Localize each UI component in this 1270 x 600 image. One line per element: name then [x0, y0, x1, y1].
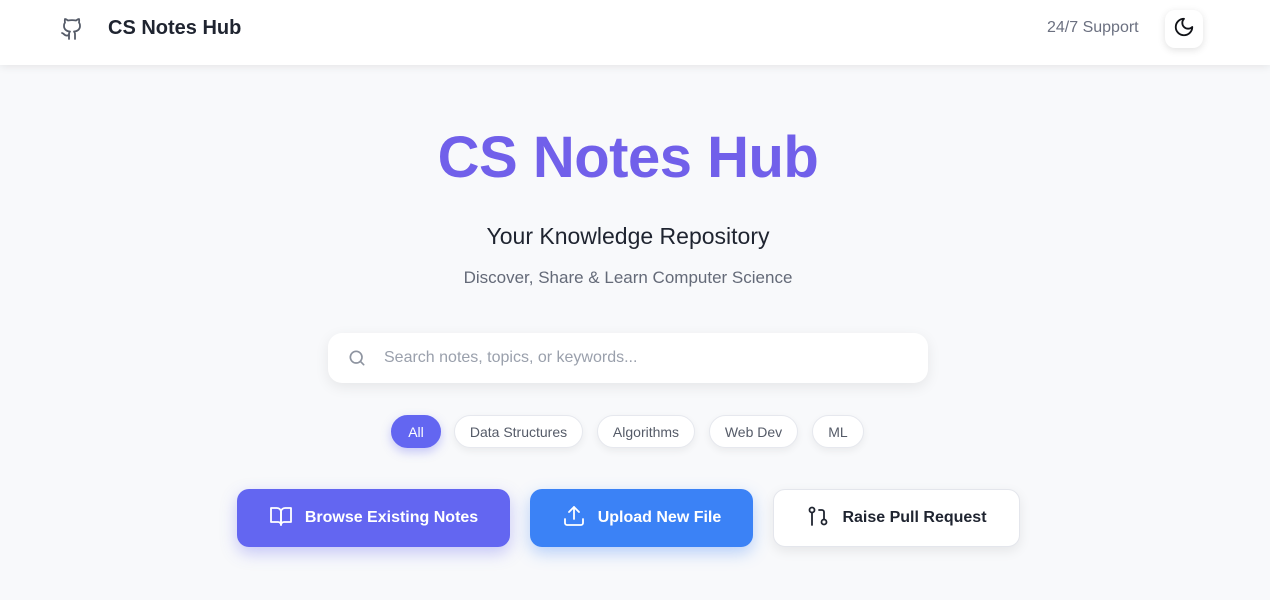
search-bar [328, 333, 928, 383]
search-icon [347, 348, 367, 368]
brand-name[interactable]: CS Notes Hub [108, 17, 241, 40]
filter-chip-ml[interactable]: ML [812, 415, 864, 448]
top-navbar: CS Notes Hub 24/7 Support [0, 0, 1270, 65]
upload-file-button[interactable]: Upload New File [530, 489, 753, 547]
hero-title: CS Notes Hub [437, 125, 819, 190]
hero-subtitle: Your Knowledge Repository [486, 223, 770, 249]
upload-icon [562, 504, 598, 533]
filter-chip-algorithms[interactable]: Algorithms [597, 415, 695, 448]
support-link[interactable]: 24/7 Support [1047, 19, 1139, 37]
search-input[interactable] [384, 343, 904, 373]
filter-chip-all[interactable]: All [391, 415, 441, 448]
filter-chips: All Data Structures Algorithms Web Dev M… [0, 415, 1270, 449]
browse-notes-button[interactable]: Browse Existing Notes [237, 489, 510, 547]
upload-file-label: Upload New File [597, 509, 722, 526]
theme-toggle-button[interactable] [1165, 10, 1203, 48]
raise-pull-request-label: Raise Pull Request [842, 509, 987, 526]
hero-description: Discover, Share & Learn Computer Science [463, 268, 793, 287]
git-pull-request-icon [806, 504, 842, 533]
browse-notes-label: Browse Existing Notes [304, 509, 479, 526]
raise-pull-request-button[interactable]: Raise Pull Request [773, 489, 1020, 547]
filter-chip-web-dev[interactable]: Web Dev [709, 415, 798, 448]
moon-icon [1173, 16, 1195, 43]
book-open-icon [269, 504, 305, 533]
github-icon[interactable] [60, 17, 84, 41]
filter-chip-data-structures[interactable]: Data Structures [454, 415, 583, 448]
